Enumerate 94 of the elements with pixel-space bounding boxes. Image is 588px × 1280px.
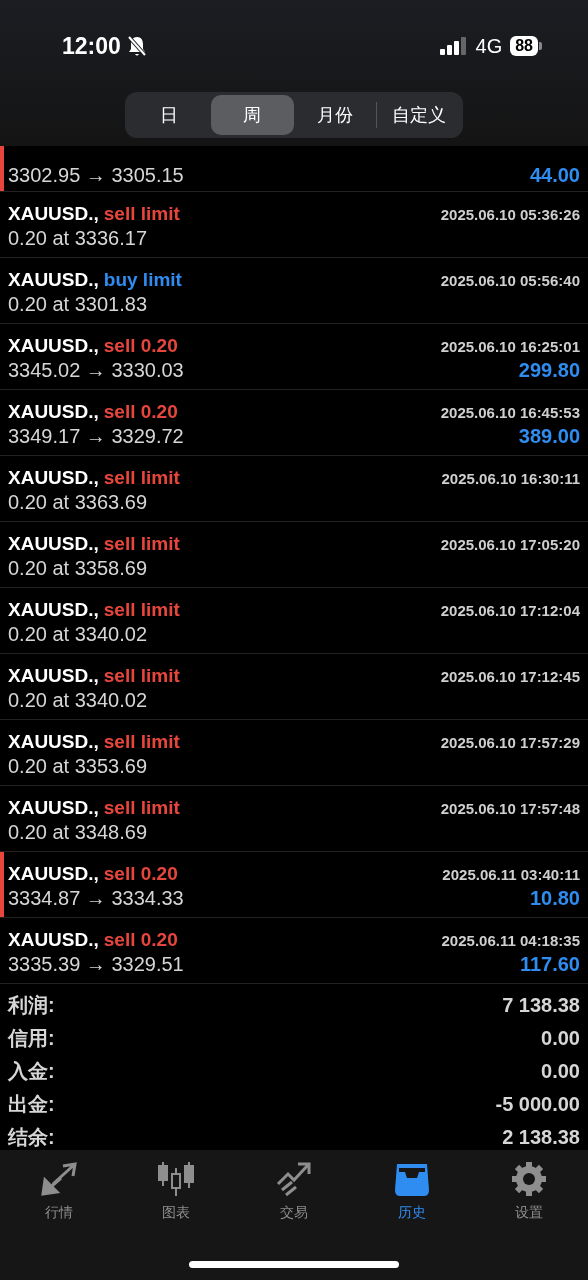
tab-bar-item[interactable]: 交易 bbox=[235, 1160, 353, 1222]
symbol: XAUUSD., bbox=[8, 665, 99, 687]
profit: 299.80 bbox=[518, 359, 580, 382]
order-price: 0.20 at 3358.69 bbox=[8, 557, 147, 580]
order-time: 2025.06.10 05:56:40 bbox=[440, 272, 580, 289]
symbol: XAUUSD., bbox=[8, 599, 99, 621]
order-time: 2025.06.11 04:18:35 bbox=[441, 932, 580, 949]
profit: 389.00 bbox=[518, 425, 580, 448]
symbol: XAUUSD., bbox=[8, 533, 99, 555]
tab-bar-item[interactable]: 图表 bbox=[117, 1160, 236, 1222]
price-range: 3345.02 → 3330.03 bbox=[8, 359, 184, 382]
order-time: 2025.06.10 17:12:04 bbox=[440, 602, 580, 619]
order-action: sell limit bbox=[103, 203, 180, 225]
order-price: 0.20 at 3340.02 bbox=[8, 689, 147, 712]
order-action: sell 0.20 bbox=[103, 863, 178, 885]
symbol: XAUUSD., bbox=[8, 401, 99, 423]
history-row[interactable]: XAUUSD., sell limit 2025.06.10 17:12:45 0.20 at 3340.02 bbox=[0, 654, 588, 720]
order-action: sell limit bbox=[103, 797, 180, 819]
order-action: sell limit bbox=[103, 731, 180, 753]
history-row[interactable]: XAUUSD., sell 0.20 2025.06.11 03:40:11 3334.87 → 3334.33 10.80 bbox=[0, 852, 588, 918]
summary-label: 利润: bbox=[8, 993, 55, 1018]
order-time: 2025.06.10 05:36:26 bbox=[440, 206, 580, 223]
order-time: 2025.06.10 17:57:48 bbox=[440, 800, 580, 817]
symbol: XAUUSD., bbox=[8, 731, 99, 753]
trend-arrow-icon bbox=[274, 1160, 314, 1198]
order-time: 2025.06.10 16:45:53 bbox=[440, 404, 580, 421]
symbol: XAUUSD., bbox=[8, 335, 99, 357]
symbol: XAUUSD., bbox=[8, 203, 99, 225]
symbol: XAUUSD., bbox=[8, 797, 99, 819]
symbol: XAUUSD., bbox=[8, 467, 99, 489]
order-action: sell limit bbox=[103, 665, 180, 687]
price-range: 3335.39 → 3329.51 bbox=[8, 953, 184, 976]
summary-label: 信用: bbox=[8, 1026, 55, 1051]
order-action: sell limit bbox=[103, 599, 180, 621]
period-tab[interactable]: 日 bbox=[128, 95, 211, 135]
history-row[interactable]: XAUUSD., sell limit 2025.06.10 17:57:48 0.20 at 3348.69 bbox=[0, 786, 588, 852]
bell-muted-icon bbox=[126, 35, 147, 57]
summary-label: 入金: bbox=[8, 1059, 55, 1084]
period-tab[interactable]: 周 bbox=[210, 95, 294, 135]
profit: 10.80 bbox=[529, 887, 580, 910]
tab-bar-item[interactable]: 设置 bbox=[470, 1160, 588, 1222]
history-row[interactable]: XAUUSD., sell limit 2025.06.10 17:57:29 0.20 at 3353.69 bbox=[0, 720, 588, 786]
history-row[interactable]: XAUUSD., buy limit 2025.06.10 05:56:40 0.20 at 3301.83 bbox=[0, 258, 588, 324]
order-action: sell limit bbox=[103, 533, 180, 555]
order-price: 0.20 at 3336.17 bbox=[8, 227, 147, 250]
history-row[interactable]: XAUUSD., sell limit 2025.06.10 17:12:04 0.20 at 3340.02 bbox=[0, 588, 588, 654]
order-price: 0.20 at 3340.02 bbox=[8, 623, 147, 646]
summary-value: -5 000.00 bbox=[495, 1093, 580, 1116]
history-row[interactable]: XAUUSD., sell limit 2025.06.10 17:05:20 0.20 at 3358.69 bbox=[0, 522, 588, 588]
period-tab[interactable]: 自定义 bbox=[377, 95, 460, 135]
history-row[interactable]: XAUUSD., sell 0.20 2025.06.10 16:45:53 3349.17 → 3329.72 389.00 bbox=[0, 390, 588, 456]
order-price: 0.20 at 3353.69 bbox=[8, 755, 147, 778]
symbol: XAUUSD., bbox=[8, 269, 99, 291]
order-time: 2025.06.10 17:57:29 bbox=[440, 734, 580, 751]
order-price: 0.20 at 3301.83 bbox=[8, 293, 147, 316]
profit: 117.60 bbox=[519, 953, 580, 976]
symbol: XAUUSD., bbox=[8, 863, 99, 885]
profit: 44.00 bbox=[529, 164, 580, 187]
order-time: 2025.06.10 17:12:45 bbox=[440, 668, 580, 685]
order-action: buy limit bbox=[103, 269, 182, 291]
price-range: 3302.95 → 3305.15 bbox=[8, 164, 184, 187]
history-row[interactable]: XAUUSD., sell 0.20 2025.06.10 16:25:01 3345.02 → 3330.03 299.80 bbox=[0, 324, 588, 390]
summary-label: 结余: bbox=[8, 1125, 55, 1150]
order-time: 2025.06.11 03:40:11 bbox=[442, 866, 580, 883]
tab-bar-item[interactable]: 历史 bbox=[352, 1160, 471, 1222]
double-arrow-icon bbox=[38, 1160, 79, 1198]
candlestick-icon bbox=[156, 1160, 197, 1198]
signal-icon bbox=[439, 37, 468, 55]
history-row[interactable]: XAUUSD., sell 0.20 2025.06.11 04:18:35 3335.39 → 3329.51 117.60 bbox=[0, 918, 588, 984]
battery-level: 88 bbox=[510, 36, 538, 56]
summary-label: 出金: bbox=[8, 1092, 55, 1117]
symbol: XAUUSD., bbox=[8, 929, 99, 951]
history-row[interactable]: XAUUSD., sell limit 2025.06.10 16:30:11 0.20 at 3363.69 bbox=[0, 456, 588, 522]
order-time: 2025.06.10 17:05:20 bbox=[440, 536, 580, 553]
order-time: 2025.06.10 16:30:11 bbox=[441, 470, 580, 487]
period-tab[interactable]: 月份 bbox=[293, 95, 377, 135]
summary-value: 0.00 bbox=[541, 1060, 580, 1083]
history-row[interactable]: 3302.95 → 3305.15 44.00 bbox=[0, 146, 588, 192]
tab-bar-item[interactable]: 行情 bbox=[0, 1160, 118, 1222]
order-action: sell 0.20 bbox=[103, 401, 178, 423]
price-range: 3349.17 → 3329.72 bbox=[8, 425, 184, 448]
clock: 12:00 bbox=[62, 32, 121, 60]
order-action: sell limit bbox=[103, 467, 180, 489]
order-action: sell 0.20 bbox=[103, 335, 178, 357]
summary-value: 2 138.38 bbox=[502, 1126, 580, 1149]
order-time: 2025.06.10 16:25:01 bbox=[440, 338, 580, 355]
summary-value: 7 138.38 bbox=[502, 994, 580, 1017]
order-action: sell 0.20 bbox=[103, 929, 178, 951]
order-price: 0.20 at 3363.69 bbox=[8, 491, 147, 514]
summary-value: 0.00 bbox=[541, 1027, 580, 1050]
history-row[interactable]: XAUUSD., sell limit 2025.06.10 05:36:26 0.20 at 3336.17 bbox=[0, 192, 588, 258]
order-price: 0.20 at 3348.69 bbox=[8, 821, 147, 844]
network-type: 4G bbox=[475, 34, 503, 58]
price-range: 3334.87 → 3334.33 bbox=[8, 887, 184, 910]
